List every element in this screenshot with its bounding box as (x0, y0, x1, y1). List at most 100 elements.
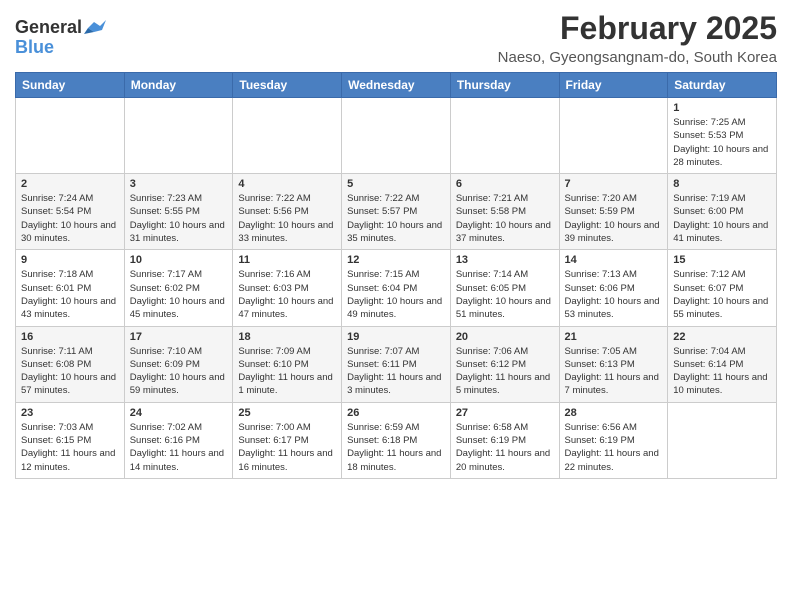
day-info: Sunrise: 7:06 AM Sunset: 6:12 PM Dayligh… (456, 345, 554, 398)
day-number: 12 (347, 254, 445, 266)
weekday-header-wednesday: Wednesday (342, 73, 451, 98)
calendar-cell: 2 Sunrise: 7:24 AM Sunset: 5:54 PM Daylig… (16, 174, 125, 250)
day-info: Sunrise: 7:21 AM Sunset: 5:58 PM Dayligh… (456, 192, 554, 245)
calendar-cell: 24 Sunrise: 7:02 AM Sunset: 6:16 PM Dayli… (124, 402, 233, 478)
day-info: Sunrise: 7:07 AM Sunset: 6:11 PM Dayligh… (347, 345, 445, 398)
day-info: Sunrise: 6:59 AM Sunset: 6:18 PM Dayligh… (347, 421, 445, 474)
day-number: 11 (238, 254, 336, 266)
page-header: General Blue February 2025 Naeso, Gyeong… (15, 10, 777, 66)
day-info: Sunrise: 7:00 AM Sunset: 6:17 PM Dayligh… (238, 421, 336, 474)
calendar-cell: 27 Sunrise: 6:58 AM Sunset: 6:19 PM Dayli… (450, 402, 559, 478)
day-info: Sunrise: 7:13 AM Sunset: 6:06 PM Dayligh… (565, 268, 663, 321)
calendar-cell (559, 98, 668, 174)
day-info: Sunrise: 7:12 AM Sunset: 6:07 PM Dayligh… (673, 268, 771, 321)
day-number: 9 (21, 254, 119, 266)
day-number: 6 (456, 178, 554, 190)
day-number: 1 (673, 102, 771, 114)
day-info: Sunrise: 7:15 AM Sunset: 6:04 PM Dayligh… (347, 268, 445, 321)
day-number: 3 (130, 178, 228, 190)
calendar-cell: 23 Sunrise: 7:03 AM Sunset: 6:15 PM Dayli… (16, 402, 125, 478)
day-number: 5 (347, 178, 445, 190)
day-number: 17 (130, 331, 228, 343)
day-number: 25 (238, 407, 336, 419)
day-number: 24 (130, 407, 228, 419)
day-info: Sunrise: 6:58 AM Sunset: 6:19 PM Dayligh… (456, 421, 554, 474)
calendar-cell: 6 Sunrise: 7:21 AM Sunset: 5:58 PM Daylig… (450, 174, 559, 250)
calendar-week-1: 1 Sunrise: 7:25 AM Sunset: 5:53 PM Daylig… (16, 98, 777, 174)
day-info: Sunrise: 7:05 AM Sunset: 6:13 PM Dayligh… (565, 345, 663, 398)
calendar-cell: 28Sunrise: 6:56 AM Sunset: 6:19 PM Dayli… (559, 402, 668, 478)
day-info: Sunrise: 7:25 AM Sunset: 5:53 PM Dayligh… (673, 116, 771, 169)
calendar-table: SundayMondayTuesdayWednesdayThursdayFrid… (15, 72, 777, 479)
month-title: February 2025 (498, 10, 777, 47)
calendar-cell: 14 Sunrise: 7:13 AM Sunset: 6:06 PM Dayli… (559, 250, 668, 326)
day-number: 27 (456, 407, 554, 419)
calendar-week-5: 23 Sunrise: 7:03 AM Sunset: 6:15 PM Dayli… (16, 402, 777, 478)
calendar-cell (233, 98, 342, 174)
calendar-cell: 20 Sunrise: 7:06 AM Sunset: 6:12 PM Dayli… (450, 326, 559, 402)
day-number: 7 (565, 178, 663, 190)
weekday-header-friday: Friday (559, 73, 668, 98)
logo: General Blue (15, 18, 106, 58)
calendar-cell: 18 Sunrise: 7:09 AM Sunset: 6:10 PM Dayli… (233, 326, 342, 402)
calendar-cell (450, 98, 559, 174)
logo-text: General (15, 18, 82, 38)
calendar-cell: 16Sunrise: 7:11 AM Sunset: 6:08 PM Dayli… (16, 326, 125, 402)
calendar-cell: 11Sunrise: 7:16 AM Sunset: 6:03 PM Dayli… (233, 250, 342, 326)
logo-blue-text: Blue (15, 38, 54, 58)
day-number: 15 (673, 254, 771, 266)
calendar-cell (342, 98, 451, 174)
calendar-cell: 12 Sunrise: 7:15 AM Sunset: 6:04 PM Dayli… (342, 250, 451, 326)
day-number: 21 (565, 331, 663, 343)
day-number: 16 (21, 331, 119, 343)
day-number: 13 (456, 254, 554, 266)
day-info: Sunrise: 7:10 AM Sunset: 6:09 PM Dayligh… (130, 345, 228, 398)
day-number: 8 (673, 178, 771, 190)
day-info: Sunrise: 7:03 AM Sunset: 6:15 PM Dayligh… (21, 421, 119, 474)
day-number: 22 (673, 331, 771, 343)
day-info: Sunrise: 7:02 AM Sunset: 6:16 PM Dayligh… (130, 421, 228, 474)
calendar-cell: 3 Sunrise: 7:23 AM Sunset: 5:55 PM Daylig… (124, 174, 233, 250)
calendar-cell: 17 Sunrise: 7:10 AM Sunset: 6:09 PM Dayli… (124, 326, 233, 402)
day-number: 18 (238, 331, 336, 343)
day-info: Sunrise: 7:09 AM Sunset: 6:10 PM Dayligh… (238, 345, 336, 398)
day-info: Sunrise: 7:24 AM Sunset: 5:54 PM Dayligh… (21, 192, 119, 245)
day-number: 23 (21, 407, 119, 419)
day-info: Sunrise: 7:17 AM Sunset: 6:02 PM Dayligh… (130, 268, 228, 321)
day-info: Sunrise: 7:19 AM Sunset: 6:00 PM Dayligh… (673, 192, 771, 245)
day-number: 26 (347, 407, 445, 419)
day-number: 2 (21, 178, 119, 190)
day-info: Sunrise: 7:23 AM Sunset: 5:55 PM Dayligh… (130, 192, 228, 245)
calendar-cell: 21 Sunrise: 7:05 AM Sunset: 6:13 PM Dayli… (559, 326, 668, 402)
calendar-cell: 1 Sunrise: 7:25 AM Sunset: 5:53 PM Daylig… (668, 98, 777, 174)
day-info: Sunrise: 7:22 AM Sunset: 5:56 PM Dayligh… (238, 192, 336, 245)
calendar-cell: 26 Sunrise: 6:59 AM Sunset: 6:18 PM Dayli… (342, 402, 451, 478)
weekday-header-sunday: Sunday (16, 73, 125, 98)
weekday-header-tuesday: Tuesday (233, 73, 342, 98)
day-number: 10 (130, 254, 228, 266)
weekday-header-thursday: Thursday (450, 73, 559, 98)
calendar-week-3: 9 Sunrise: 7:18 AM Sunset: 6:01 PM Daylig… (16, 250, 777, 326)
calendar-cell: 9 Sunrise: 7:18 AM Sunset: 6:01 PM Daylig… (16, 250, 125, 326)
calendar-cell: 19 Sunrise: 7:07 AM Sunset: 6:11 PM Dayli… (342, 326, 451, 402)
calendar-cell: 25 Sunrise: 7:00 AM Sunset: 6:17 PM Dayli… (233, 402, 342, 478)
weekday-header-row: SundayMondayTuesdayWednesdayThursdayFrid… (16, 73, 777, 98)
weekday-header-saturday: Saturday (668, 73, 777, 98)
calendar-cell: 15 Sunrise: 7:12 AM Sunset: 6:07 PM Dayli… (668, 250, 777, 326)
day-info: Sunrise: 7:22 AM Sunset: 5:57 PM Dayligh… (347, 192, 445, 245)
day-number: 14 (565, 254, 663, 266)
calendar-cell: 4Sunrise: 7:22 AM Sunset: 5:56 PM Daylig… (233, 174, 342, 250)
calendar-cell (668, 402, 777, 478)
day-info: Sunrise: 6:56 AM Sunset: 6:19 PM Dayligh… (565, 421, 663, 474)
day-number: 20 (456, 331, 554, 343)
day-number: 19 (347, 331, 445, 343)
calendar-cell: 13Sunrise: 7:14 AM Sunset: 6:05 PM Dayli… (450, 250, 559, 326)
day-info: Sunrise: 7:18 AM Sunset: 6:01 PM Dayligh… (21, 268, 119, 321)
title-block: February 2025 Naeso, Gyeongsangnam-do, S… (498, 10, 777, 66)
logo-bird-icon (84, 20, 106, 36)
day-info: Sunrise: 7:20 AM Sunset: 5:59 PM Dayligh… (565, 192, 663, 245)
calendar-week-4: 16Sunrise: 7:11 AM Sunset: 6:08 PM Dayli… (16, 326, 777, 402)
calendar-cell: 5 Sunrise: 7:22 AM Sunset: 5:57 PM Daylig… (342, 174, 451, 250)
calendar-cell (124, 98, 233, 174)
calendar-cell (16, 98, 125, 174)
